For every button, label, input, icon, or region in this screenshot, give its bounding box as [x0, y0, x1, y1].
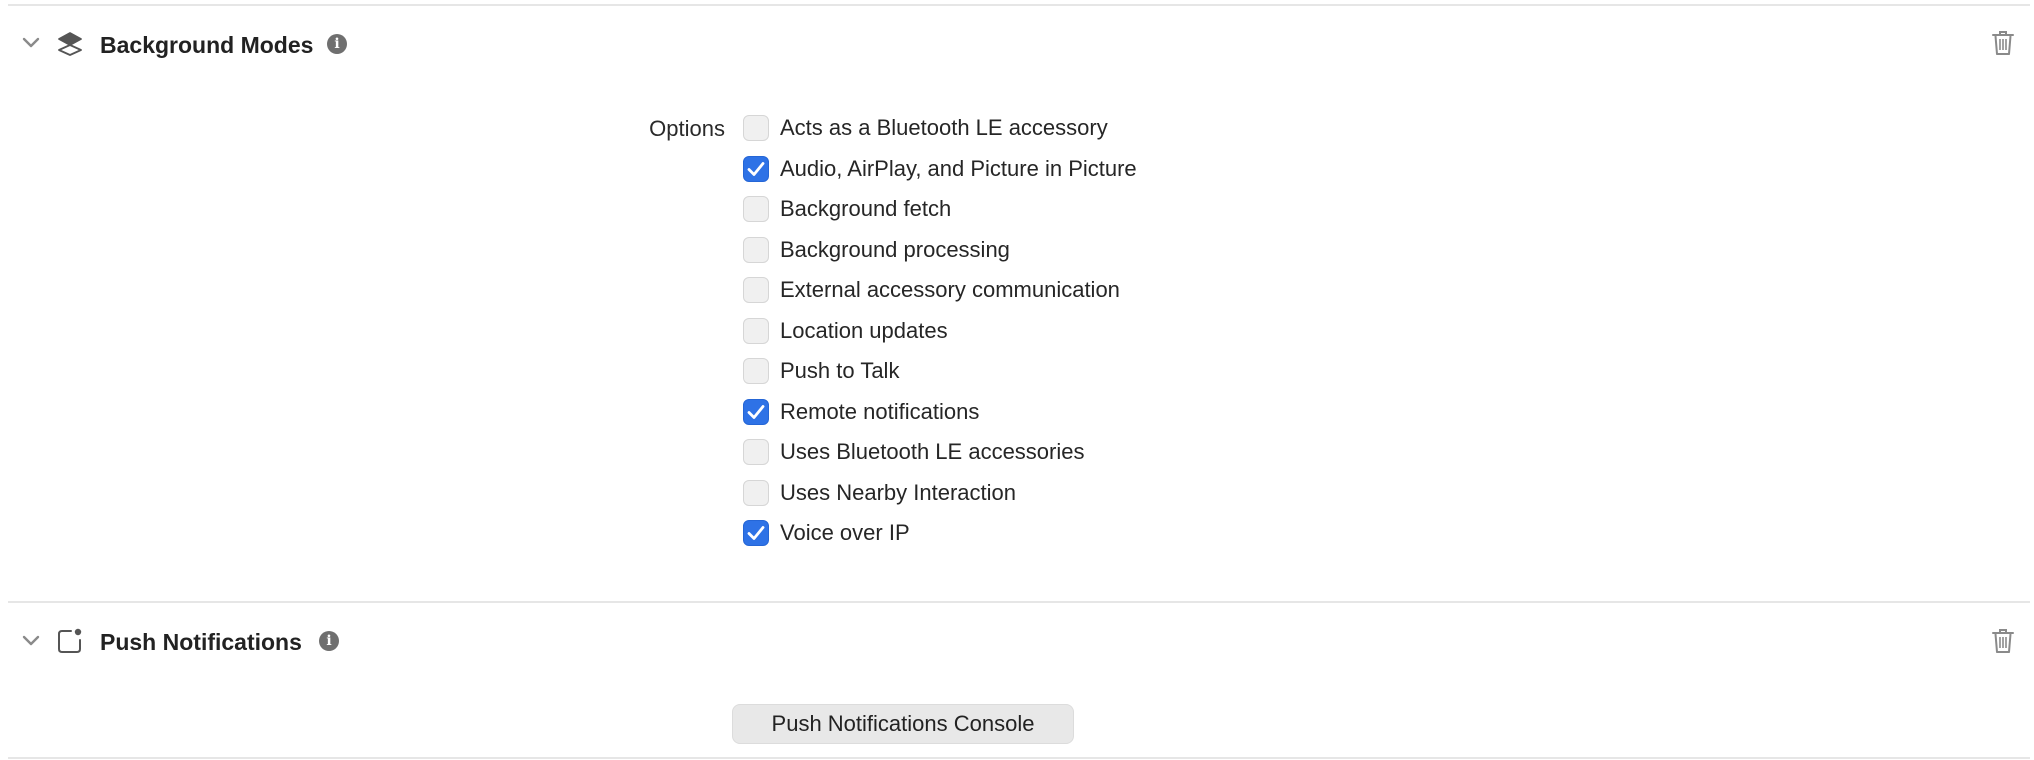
- option-label: Uses Nearby Interaction: [780, 479, 1016, 505]
- checkbox[interactable]: [743, 398, 769, 425]
- option-label: Uses Bluetooth LE accessories: [780, 439, 1085, 464]
- checkbox[interactable]: [743, 277, 769, 303]
- option-label: Voice over IP: [780, 520, 910, 545]
- info-icon[interactable]: i: [327, 34, 347, 54]
- background-modes-header: Background Modes i: [0, 24, 2034, 64]
- checkmark-icon: [747, 404, 765, 419]
- option-label: Background fetch: [780, 196, 952, 221]
- checkmark-icon: [747, 526, 765, 540]
- option-label: Acts as a Bluetooth LE accessory: [780, 115, 1108, 140]
- section-title: Push Notifications: [100, 629, 302, 655]
- option-background-fetch[interactable]: Background fetch: [743, 194, 1137, 235]
- option-label: Location updates: [780, 317, 948, 343]
- push-notifications-console-button[interactable]: Push Notifications Console: [732, 704, 1074, 744]
- section-divider: [8, 601, 2030, 603]
- option-remote-notifications[interactable]: Remote notifications: [743, 397, 1137, 438]
- checkbox[interactable]: [743, 236, 769, 263]
- checkbox[interactable]: [743, 358, 769, 384]
- option-voice-over-ip[interactable]: Voice over IP: [743, 518, 1137, 559]
- option-label: External accessory communication: [780, 277, 1120, 302]
- option-label: Background processing: [780, 236, 1010, 262]
- option-nearby-interaction[interactable]: Uses Nearby Interaction: [743, 478, 1137, 519]
- option-external-accessory[interactable]: External accessory communication: [743, 275, 1137, 316]
- option-bluetooth-le-accessory[interactable]: Acts as a Bluetooth LE accessory: [743, 113, 1137, 154]
- checkmark-icon: [747, 161, 765, 176]
- top-divider: [8, 4, 2030, 6]
- option-uses-bluetooth-le[interactable]: Uses Bluetooth LE accessories: [743, 437, 1137, 478]
- section-title: Background Modes: [100, 32, 314, 58]
- notification-badge-icon: [55, 626, 85, 656]
- option-label: Remote notifications: [780, 398, 980, 424]
- checkbox[interactable]: [743, 317, 769, 344]
- info-icon[interactable]: i: [319, 631, 339, 651]
- checkbox[interactable]: [743, 439, 769, 465]
- layers-icon: [55, 29, 85, 59]
- options-label: Options: [649, 116, 725, 141]
- background-modes-options: Acts as a Bluetooth LE accessory Audio, …: [743, 113, 1137, 559]
- option-location-updates[interactable]: Location updates: [743, 316, 1137, 357]
- checkbox[interactable]: [743, 520, 769, 546]
- option-push-to-talk[interactable]: Push to Talk: [743, 356, 1137, 397]
- chevron-down-icon[interactable]: [20, 630, 42, 652]
- option-background-processing[interactable]: Background processing: [743, 235, 1137, 276]
- trash-icon[interactable]: [1990, 626, 2016, 656]
- option-audio-airplay-pip[interactable]: Audio, AirPlay, and Picture in Picture: [743, 154, 1137, 195]
- checkbox[interactable]: [743, 479, 769, 506]
- checkbox[interactable]: [743, 196, 769, 222]
- bottom-divider: [8, 757, 2030, 759]
- chevron-down-icon[interactable]: [20, 32, 42, 54]
- push-notifications-header: Push Notifications i: [0, 621, 2034, 661]
- checkbox[interactable]: [743, 155, 769, 182]
- checkbox[interactable]: [743, 115, 769, 141]
- option-label: Audio, AirPlay, and Picture in Picture: [780, 155, 1137, 181]
- option-label: Push to Talk: [780, 358, 900, 383]
- trash-icon[interactable]: [1990, 28, 2016, 58]
